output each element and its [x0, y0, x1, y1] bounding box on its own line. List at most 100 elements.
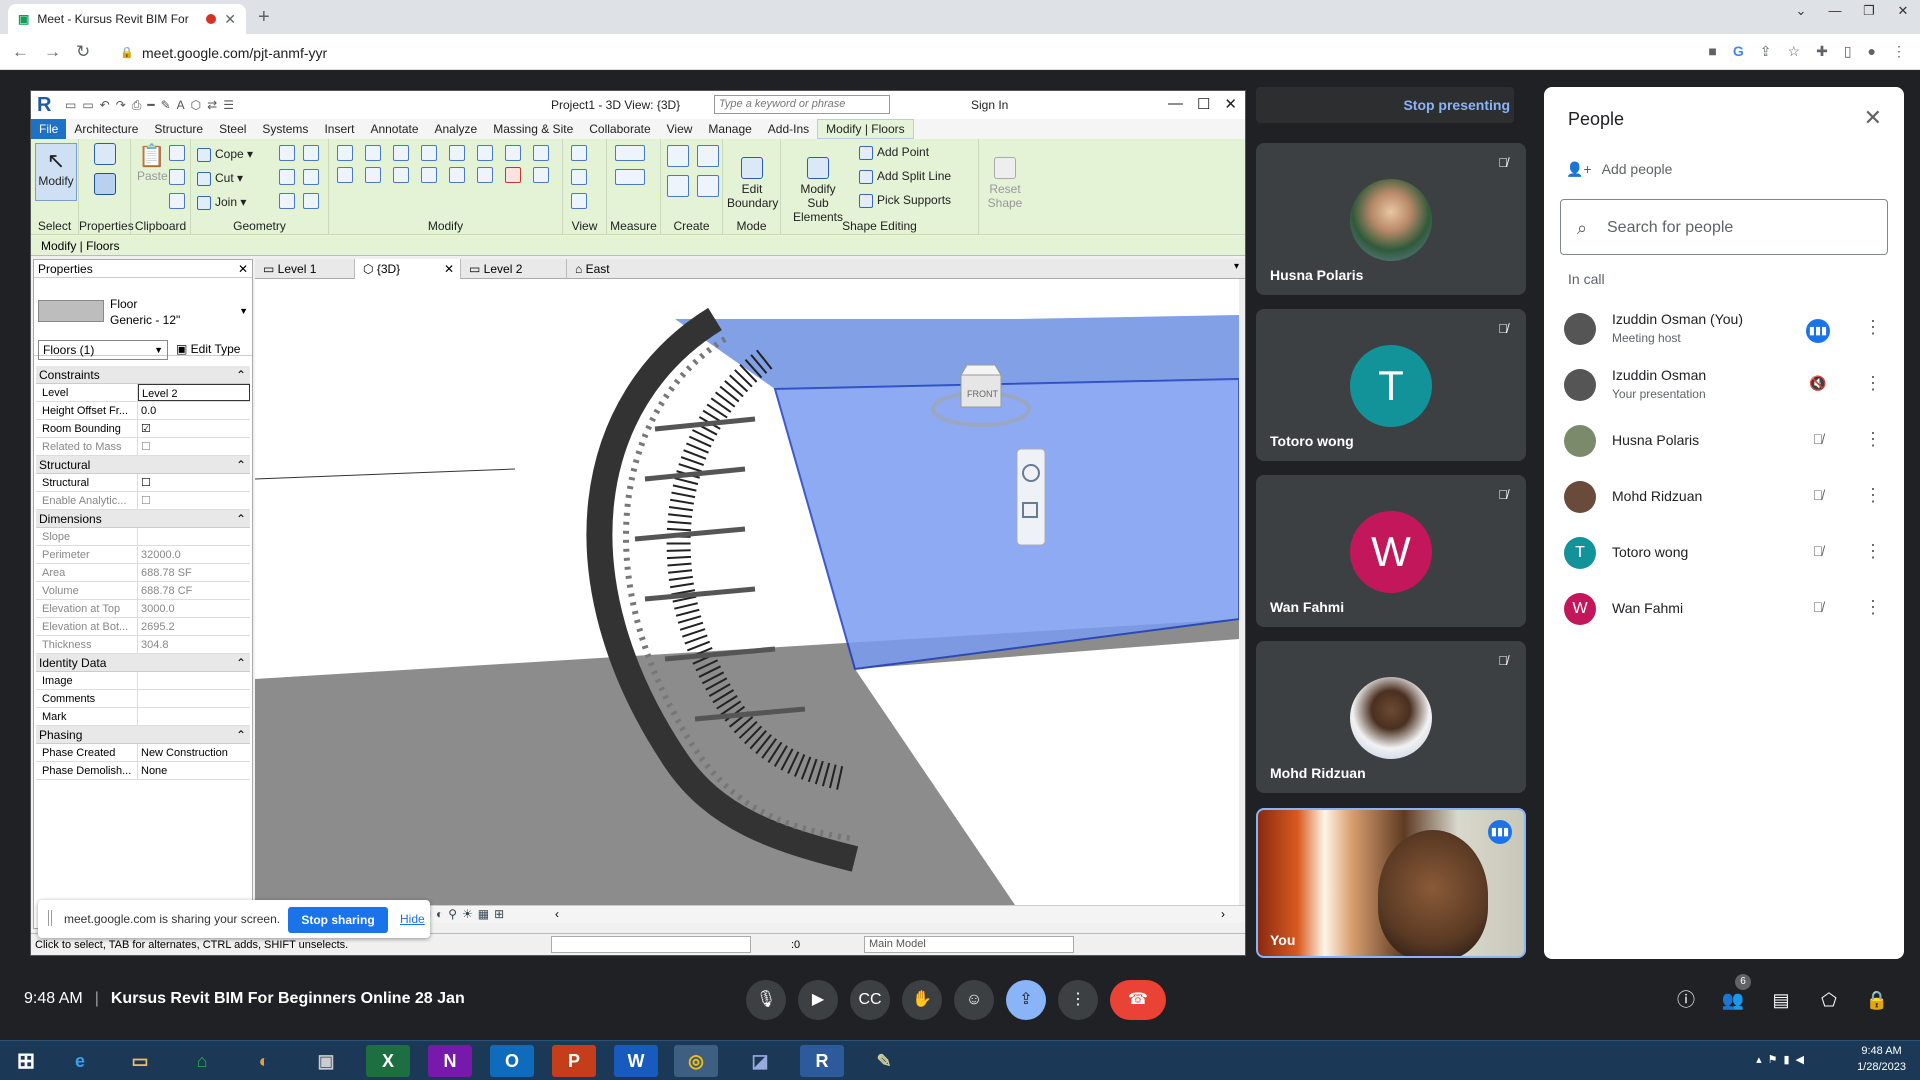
more-options-icon[interactable]: ⋮: [1864, 541, 1882, 562]
property-value[interactable]: 0.0: [138, 402, 250, 419]
participant-row[interactable]: W Wan Fahmi 🎙̸ ⋮: [1544, 581, 1904, 637]
ribbon-tab-insert[interactable]: Insert: [316, 122, 362, 136]
property-row[interactable]: Level Level 2: [36, 384, 250, 402]
scroll-left-icon[interactable]: ‹: [555, 907, 559, 921]
aligned-dimension-icon[interactable]: [615, 169, 645, 185]
ribbon-tab-structure[interactable]: Structure: [146, 122, 211, 136]
create-similar-icon[interactable]: [697, 175, 719, 197]
view-tab-level-2[interactable]: ▭ Level 2: [461, 259, 567, 279]
ribbon-tab-architecture[interactable]: Architecture: [66, 122, 146, 136]
sketch-app-icon[interactable]: ◪: [738, 1045, 782, 1077]
browser-tab-meet[interactable]: ▣ Meet - Kursus Revit BIM For ✕: [8, 4, 246, 34]
participant-row[interactable]: T Totoro wong 🎙̸ ⋮: [1544, 525, 1904, 581]
collapse-icon[interactable]: ⌃: [236, 726, 246, 743]
property-value[interactable]: 3000.0: [138, 600, 250, 617]
firefox-icon[interactable]: ◐: [242, 1045, 286, 1077]
start-windows-icon[interactable]: ⊞: [4, 1045, 48, 1077]
google-icon[interactable]: G: [1733, 43, 1744, 60]
type-dropdown-icon[interactable]: ▼: [239, 306, 248, 316]
property-value[interactable]: ☑: [138, 420, 250, 437]
split-icon[interactable]: [449, 145, 465, 161]
participant-row[interactable]: Husna Polaris 🎙̸ ⋮: [1544, 413, 1904, 469]
geometry-tool-6-icon[interactable]: [303, 193, 319, 209]
store-icon[interactable]: ⌂: [180, 1045, 224, 1077]
present-screen-icon[interactable]: ⇪: [1006, 980, 1046, 1020]
split-gap-icon[interactable]: [477, 145, 493, 161]
leave-call-icon[interactable]: ☎: [1110, 980, 1166, 1020]
revit-minimize-icon[interactable]: —: [1168, 95, 1183, 113]
stop-presenting-button[interactable]: Stop presenting: [1256, 87, 1514, 123]
system-clock[interactable]: 9:48 AM 1/28/2023: [1857, 1043, 1906, 1075]
property-row[interactable]: Comments: [36, 690, 250, 708]
property-row[interactable]: Structural ☐: [36, 474, 250, 492]
ribbon-tab-collaborate[interactable]: Collaborate: [581, 122, 658, 136]
add-split-line-button[interactable]: Add Split Line: [859, 169, 951, 184]
word-icon[interactable]: W: [614, 1045, 658, 1077]
new-tab-icon[interactable]: +: [258, 6, 270, 29]
paint-app-icon[interactable]: ✎: [862, 1045, 906, 1077]
design-option-field[interactable]: Main Model: [864, 936, 1074, 953]
property-value[interactable]: 688.78 SF: [138, 564, 250, 581]
cut-tool-icon[interactable]: [169, 145, 185, 161]
property-value[interactable]: Level 2: [138, 384, 250, 401]
more-options-icon[interactable]: ⋮: [1864, 317, 1882, 338]
trim-extend-icon[interactable]: [533, 167, 549, 183]
drag-handle[interactable]: [48, 910, 52, 926]
share-icon[interactable]: ⇪: [1760, 43, 1772, 60]
internet-explorer-icon[interactable]: e: [58, 1045, 102, 1077]
property-group-header[interactable]: Phasing ⌃: [36, 726, 250, 744]
activities-icon[interactable]: ⬠: [1815, 986, 1843, 1014]
property-row[interactable]: Phase Created New Construction: [36, 744, 250, 762]
raise-hand-icon[interactable]: ✋: [902, 980, 942, 1020]
camera-icon[interactable]: ■: [1708, 43, 1716, 60]
property-row[interactable]: Perimeter 32000.0: [36, 546, 250, 564]
close-tab-icon[interactable]: ✕: [224, 11, 236, 28]
menu-kebab-icon[interactable]: ⋮: [1892, 43, 1906, 60]
property-value[interactable]: [138, 690, 250, 707]
viewport-vertical-scrollbar[interactable]: [1239, 279, 1245, 905]
mirror-axis-icon[interactable]: [393, 145, 409, 161]
property-row[interactable]: Slope: [36, 528, 250, 546]
camera-toggle-icon[interactable]: ▶: [798, 980, 838, 1020]
participant-tile[interactable]: 🎙̸ Husna Polaris: [1256, 143, 1526, 295]
property-value[interactable]: ☐: [138, 438, 250, 455]
join-button[interactable]: Join ▾: [197, 195, 246, 210]
property-group-header[interactable]: Dimensions ⌃: [36, 510, 250, 528]
participant-row[interactable]: Mohd Ridzuan 🎙̸ ⋮: [1544, 469, 1904, 525]
offset-icon[interactable]: [365, 145, 381, 161]
add-point-button[interactable]: Add Point: [859, 145, 929, 160]
revit-close-icon[interactable]: ✕: [1224, 95, 1237, 113]
ribbon-tab-annotate[interactable]: Annotate: [362, 122, 426, 136]
captions-icon[interactable]: CC: [850, 980, 890, 1020]
participant-tile[interactable]: T 🎙̸ Totoro wong: [1256, 309, 1526, 461]
bookmark-star-icon[interactable]: ☆: [1788, 43, 1801, 60]
more-options-icon[interactable]: ⋮: [1864, 373, 1882, 394]
view-tab-level-1[interactable]: ▭ Level 1: [255, 259, 355, 279]
delete-icon[interactable]: [505, 167, 521, 183]
microphone-icon[interactable]: 🎙: [746, 980, 786, 1020]
property-row[interactable]: Volume 688.78 CF: [36, 582, 250, 600]
collapse-icon[interactable]: ⌃: [236, 654, 246, 671]
add-people-button[interactable]: 👤+ Add people: [1566, 161, 1672, 178]
property-value[interactable]: ☐: [138, 474, 250, 491]
more-options-icon[interactable]: ⋮: [1864, 597, 1882, 618]
tab-search-icon[interactable]: ⌄: [1784, 0, 1818, 22]
participant-row[interactable]: Izuddin Osman (You) Meeting host ▮▮▮ ⋮: [1544, 301, 1904, 357]
unpin-icon[interactable]: [533, 145, 549, 161]
reload-icon[interactable]: ↻: [76, 42, 90, 62]
properties-close-icon[interactable]: ✕: [238, 260, 248, 277]
participant-row[interactable]: Izuddin Osman Your presentation 🔇 ⋮: [1544, 357, 1904, 413]
scale-icon[interactable]: [477, 167, 493, 183]
restore-icon[interactable]: ❐: [1852, 0, 1886, 22]
property-row[interactable]: Thickness 304.8: [36, 636, 250, 654]
collapse-icon[interactable]: ⌃: [236, 366, 246, 383]
property-value[interactable]: 304.8: [138, 636, 250, 653]
excel-icon[interactable]: X: [366, 1045, 410, 1077]
ribbon-tab-massing[interactable]: Massing & Site: [485, 122, 581, 136]
property-value[interactable]: [138, 708, 250, 725]
group-label-select[interactable]: Select: [31, 219, 78, 233]
property-row[interactable]: Related to Mass ☐: [36, 438, 250, 456]
edit-boundary-button[interactable]: Edit Boundary: [727, 143, 778, 224]
hide-element-icon[interactable]: [571, 145, 587, 161]
more-options-icon[interactable]: ⋮: [1864, 429, 1882, 450]
